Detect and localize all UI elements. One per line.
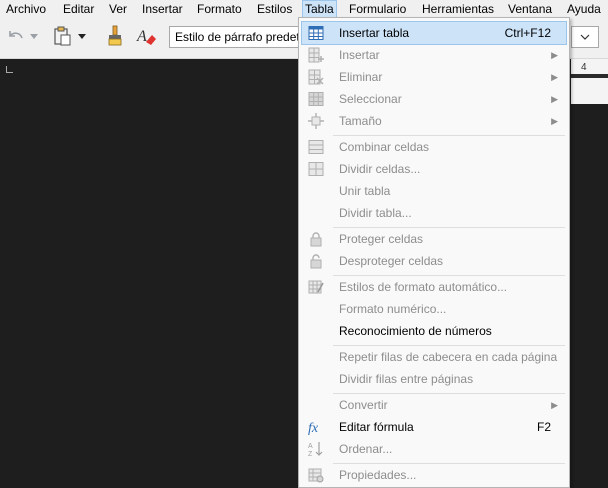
undo-dropdown[interactable] bbox=[28, 24, 40, 48]
menu-insertar[interactable]: Insertar bbox=[140, 1, 185, 17]
menu-formato[interactable]: Formato bbox=[195, 1, 244, 17]
menu-item-label: Propiedades... bbox=[339, 468, 417, 482]
menu-item-editar-formula[interactable]: fx Editar fórmula F2 bbox=[302, 416, 566, 438]
paintbrush-icon bbox=[108, 25, 122, 46]
undo-icon bbox=[9, 31, 23, 39]
submenu-arrow-icon: ▶ bbox=[551, 72, 558, 82]
menu-item-label: Estilos de formato automático... bbox=[339, 280, 508, 294]
lock-icon bbox=[310, 232, 322, 247]
sort-icon: A Z bbox=[308, 442, 323, 457]
menu-item-estilos-formato-automatico[interactable]: Estilos de formato automático... bbox=[302, 276, 566, 298]
chevron-down-icon bbox=[580, 34, 590, 40]
tabla-menu: Insertar tabla Ctrl+F12 Insertar ▶ Elimi… bbox=[298, 17, 570, 488]
menu-item-label: Reconocimiento de números bbox=[339, 324, 492, 338]
menu-item-label: Convertir bbox=[339, 398, 388, 412]
menu-item-dividir-celdas[interactable]: Dividir celdas... bbox=[302, 158, 566, 180]
menu-editar[interactable]: Editar bbox=[61, 1, 96, 17]
clear-formatting-button[interactable]: A bbox=[134, 24, 158, 48]
menu-item-label: Tamaño bbox=[339, 114, 382, 128]
text-boundary-mark bbox=[6, 66, 13, 73]
size-icon bbox=[308, 113, 324, 129]
table-insert-icon bbox=[308, 26, 324, 40]
menu-herramientas[interactable]: Herramientas bbox=[420, 1, 496, 17]
merge-cells-icon bbox=[308, 140, 324, 154]
submenu-arrow-icon: ▶ bbox=[551, 50, 558, 60]
shortcut-label: Ctrl+F12 bbox=[504, 26, 551, 40]
menu-item-label: Insertar tabla bbox=[339, 26, 410, 40]
menu-item-label: Insertar bbox=[339, 48, 380, 62]
menu-item-dividir-filas[interactable]: Dividir filas entre páginas bbox=[302, 368, 566, 390]
ruler bbox=[571, 59, 608, 104]
menu-item-label: Repetir filas de cabecera en cada página bbox=[339, 350, 558, 364]
menu-item-proteger-celdas[interactable]: Proteger celdas bbox=[302, 228, 566, 250]
menu-item-label: Unir tabla bbox=[339, 184, 391, 198]
menu-item-dividir-tabla[interactable]: Dividir tabla... bbox=[302, 202, 566, 224]
delete-row-icon bbox=[308, 69, 324, 85]
menu-item-label: Seleccionar bbox=[339, 92, 402, 106]
select-table-icon bbox=[308, 92, 324, 106]
split-cells-icon bbox=[308, 162, 324, 176]
autoformat-icon bbox=[308, 280, 324, 294]
menu-item-insertar-tabla[interactable]: Insertar tabla Ctrl+F12 bbox=[301, 21, 567, 45]
menu-item-label: Formato numérico... bbox=[339, 302, 447, 316]
svg-text:Z: Z bbox=[308, 451, 313, 457]
menu-item-label: Proteger celdas bbox=[339, 232, 424, 246]
menu-ayuda[interactable]: Ayuda bbox=[565, 1, 603, 17]
clone-formatting-button[interactable] bbox=[103, 24, 127, 48]
menu-archivo[interactable]: Archivo bbox=[4, 1, 48, 17]
menu-item-label: Dividir filas entre páginas bbox=[339, 372, 474, 386]
table-properties-icon bbox=[308, 468, 324, 483]
menu-item-label: Editar fórmula bbox=[339, 420, 414, 434]
menu-item-convertir[interactable]: Convertir ▶ bbox=[302, 394, 566, 416]
submenu-arrow-icon: ▶ bbox=[551, 94, 558, 104]
menu-tabla[interactable]: Tabla bbox=[302, 0, 337, 18]
menu-item-label: Eliminar bbox=[339, 70, 383, 84]
paste-dropdown[interactable] bbox=[76, 24, 88, 48]
menu-item-seleccionar[interactable]: Seleccionar ▶ bbox=[302, 88, 566, 110]
menu-item-label: Dividir tabla... bbox=[339, 206, 412, 220]
shortcut-label: F2 bbox=[536, 420, 551, 434]
menu-item-reconocimiento-numeros[interactable]: Reconocimiento de números bbox=[302, 320, 566, 342]
undo-button[interactable] bbox=[4, 24, 28, 48]
menu-item-formato-numerico[interactable]: Formato numérico... bbox=[302, 298, 566, 320]
menu-item-label: Combinar celdas bbox=[339, 140, 430, 154]
menu-item-propiedades[interactable]: Propiedades... bbox=[302, 464, 566, 486]
menu-item-combinar-celdas[interactable]: Combinar celdas bbox=[302, 136, 566, 158]
clipboard-icon bbox=[54, 26, 71, 46]
font-size-dropdown[interactable] bbox=[571, 26, 599, 48]
menu-formulario[interactable]: Formulario bbox=[347, 1, 408, 17]
menu-item-tamano[interactable]: Tamaño ▶ bbox=[302, 110, 566, 132]
menu-item-desproteger-celdas[interactable]: Desproteger celdas bbox=[302, 250, 566, 272]
menu-ver[interactable]: Ver bbox=[107, 1, 129, 17]
menu-estilos[interactable]: Estilos bbox=[255, 1, 294, 17]
menu-item-repetir-filas-cabecera[interactable]: Repetir filas de cabecera en cada página bbox=[302, 346, 566, 368]
menu-ventana[interactable]: Ventana bbox=[506, 1, 554, 17]
svg-text:A: A bbox=[136, 28, 147, 45]
ruler-track bbox=[571, 74, 608, 78]
formula-icon: fx bbox=[308, 421, 319, 435]
chevron-down-icon bbox=[78, 33, 86, 39]
menu-item-ordenar[interactable]: A Z Ordenar... bbox=[302, 438, 566, 460]
svg-text:A: A bbox=[308, 443, 313, 450]
paragraph-style-combo[interactable]: Estilo de párrafo predeterminado bbox=[169, 26, 303, 48]
menu-item-insertar[interactable]: Insertar ▶ bbox=[302, 44, 566, 66]
submenu-arrow-icon: ▶ bbox=[551, 116, 558, 126]
unlock-icon bbox=[310, 254, 322, 269]
svg-text:fx: fx bbox=[308, 421, 319, 435]
clear-formatting-icon: A bbox=[136, 28, 156, 45]
menu-item-label: Ordenar... bbox=[339, 442, 393, 456]
menu-item-unir-tabla[interactable]: Unir tabla bbox=[302, 180, 566, 202]
insert-row-icon bbox=[308, 47, 324, 63]
paste-button[interactable] bbox=[50, 24, 74, 48]
ruler-number: 4 bbox=[581, 62, 587, 73]
submenu-arrow-icon: ▶ bbox=[551, 400, 558, 410]
chevron-down-icon bbox=[30, 33, 38, 39]
menu-item-label: Desproteger celdas bbox=[339, 254, 444, 268]
menu-item-label: Dividir celdas... bbox=[339, 162, 421, 176]
menu-bar: Archivo Editar Ver Insertar Formato Esti… bbox=[0, 0, 608, 18]
menu-item-eliminar[interactable]: Eliminar ▶ bbox=[302, 66, 566, 88]
